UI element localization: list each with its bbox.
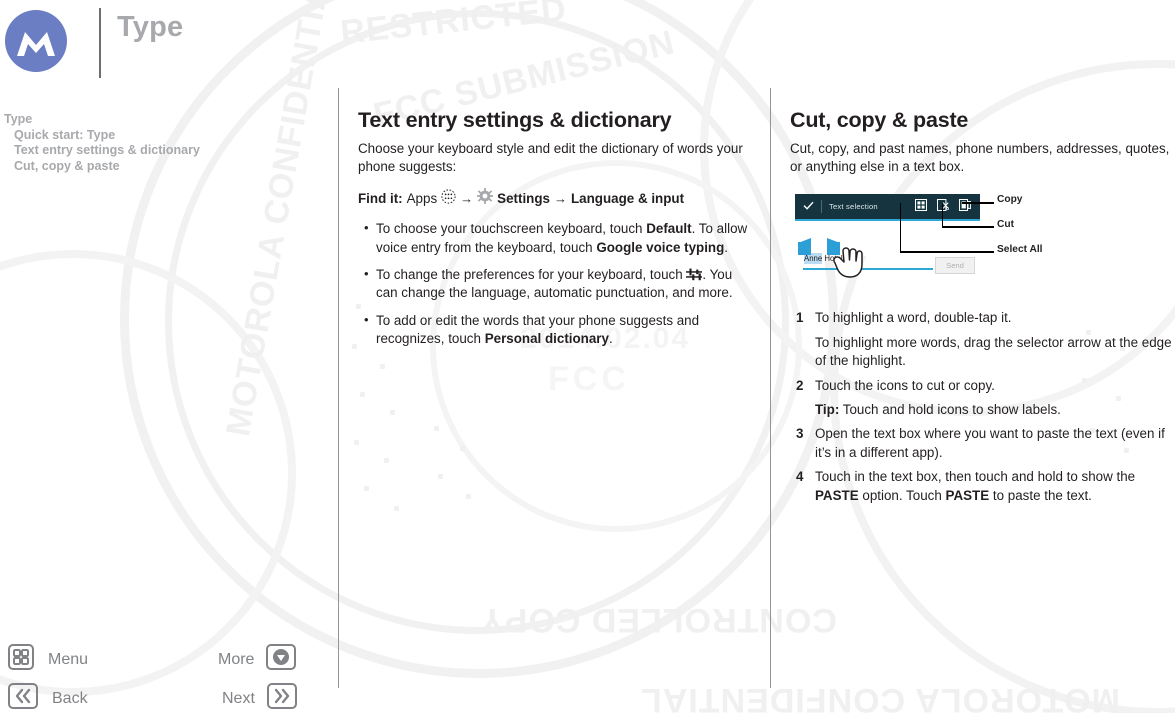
gear-icon bbox=[477, 188, 494, 210]
menu-button[interactable]: Menu bbox=[8, 644, 88, 675]
back-label: Back bbox=[52, 689, 88, 707]
more-label: More bbox=[218, 650, 255, 668]
step-item: Touch the icons to cut or copy. bbox=[796, 377, 995, 396]
intro-paragraph: Choose your keyboard style and edit the … bbox=[358, 141, 743, 175]
toc-item-cut-copy-paste[interactable]: Cut, copy & paste bbox=[0, 159, 330, 175]
callout-label-cut: Cut bbox=[997, 219, 1014, 231]
tip-text: Touch and hold icons to show labels. bbox=[839, 402, 1061, 418]
apps-grid-icon bbox=[441, 189, 456, 210]
settings-label: Settings bbox=[497, 191, 550, 207]
callout-leader-cut-h bbox=[942, 226, 994, 228]
double-right-chevron-icon bbox=[266, 683, 297, 714]
toolbar-separator bbox=[821, 200, 822, 214]
sliders-icon bbox=[686, 266, 703, 284]
paste-bold-2: PASTE bbox=[945, 487, 990, 503]
callout-leader-selectall-h bbox=[900, 251, 994, 253]
text-selection-illustration: Text selection Anne Hotel Send Copy Cut … bbox=[790, 188, 1175, 293]
header-divider bbox=[99, 8, 101, 78]
callout-label-copy: Copy bbox=[997, 194, 1023, 206]
callout-label-select-all: Select All bbox=[997, 244, 1043, 256]
page-title: Type bbox=[117, 11, 184, 43]
right-column: Cut, copy & paste Cut, copy, and past na… bbox=[790, 108, 1175, 511]
list-item: To change the preferences for your keybo… bbox=[358, 265, 748, 303]
step-item: Open the text box where you want to past… bbox=[796, 425, 1165, 460]
text-selection-toolbar: Text selection bbox=[795, 194, 980, 220]
paste-text-c: to paste the text. bbox=[989, 487, 1092, 503]
phone-screenshot-mock: Text selection Anne Hotel Send bbox=[795, 194, 980, 275]
tip-label: Tip: bbox=[815, 402, 840, 418]
steps-list: To highlight a word, double-tap it. To h… bbox=[790, 309, 1175, 505]
copy-icon[interactable] bbox=[959, 198, 972, 216]
chevron-down-circle-icon bbox=[266, 644, 297, 675]
path-arrow: → bbox=[460, 191, 474, 207]
bullet-bold-default: Default bbox=[646, 221, 692, 237]
section-heading-text-entry: Text entry settings & dictionary bbox=[358, 108, 672, 132]
bullet-list: To choose your touchscreen keyboard, tou… bbox=[358, 219, 748, 348]
list-item: To choose your touchscreen keyboard, tou… bbox=[358, 219, 748, 256]
next-label: Next bbox=[222, 689, 255, 707]
paste-text-b: option. Touch bbox=[858, 487, 946, 503]
callout-leader-copy bbox=[962, 202, 994, 204]
language-input-label: Language & input bbox=[570, 191, 685, 207]
paste-text-a: Touch in the text box, then touch and ho… bbox=[815, 469, 1136, 485]
column-divider-right bbox=[770, 88, 771, 688]
toc-root-label: Type bbox=[4, 112, 33, 126]
intro-paragraph-right: Cut, copy, and past names, phone numbers… bbox=[790, 141, 1170, 175]
bullet-text-3b: . bbox=[608, 330, 613, 346]
next-button[interactable]: Next bbox=[222, 683, 297, 714]
step-item: To highlight a word, double-tap it. bbox=[796, 309, 1012, 328]
list-item: To add or edit the words that your phone… bbox=[358, 311, 748, 348]
column-divider-left bbox=[338, 88, 339, 688]
paste-bold-1: PASTE bbox=[815, 487, 859, 503]
pointing-hand-icon bbox=[830, 243, 872, 284]
step-tip: Tip: Touch and hold icons to show labels… bbox=[790, 401, 1175, 419]
step-subtext: To highlight more words, drag the select… bbox=[815, 334, 1172, 369]
checkmark-icon[interactable] bbox=[803, 198, 814, 216]
table-of-contents: Type Quick start: Type Text entry settin… bbox=[0, 112, 330, 174]
callout-leader-cut-v bbox=[942, 203, 944, 228]
motorola-m-logo-icon bbox=[5, 10, 67, 72]
bottom-navigation: Menu More Back Next bbox=[0, 636, 330, 713]
path-arrow: → bbox=[553, 191, 567, 207]
bullet-text-2a: To change the preferences for your keybo… bbox=[376, 266, 687, 282]
menu-label: Menu bbox=[48, 650, 89, 668]
back-button[interactable]: Back bbox=[8, 683, 88, 714]
selection-handle-left[interactable] bbox=[798, 238, 811, 256]
toolbar-title: Text selection bbox=[829, 202, 878, 212]
apps-label: Apps bbox=[406, 191, 438, 207]
select-all-icon[interactable] bbox=[915, 198, 927, 216]
toc-item-quick-start[interactable]: Quick start: Type bbox=[0, 128, 330, 144]
bullet-bold-personal-dictionary: Personal dictionary bbox=[484, 330, 609, 346]
step-item-paste: Touch in the text box, then touch and ho… bbox=[790, 468, 1175, 505]
more-button[interactable]: More bbox=[218, 644, 297, 675]
callout-leader-selectall-v bbox=[900, 203, 902, 253]
section-heading-cut-copy-paste: Cut, copy & paste bbox=[790, 108, 969, 132]
send-button[interactable]: Send bbox=[935, 257, 975, 275]
bullet-bold-google-voice: Google voice typing bbox=[596, 239, 725, 255]
grid-menu-icon bbox=[8, 644, 34, 675]
bullet-text-1c: . bbox=[724, 239, 729, 255]
middle-column: Text entry settings & dictionary Choose … bbox=[358, 108, 748, 357]
toc-item-text-entry-settings[interactable]: Text entry settings & dictionary bbox=[0, 143, 330, 159]
page-header: Type bbox=[0, 0, 1175, 88]
find-it-label: Find it: bbox=[358, 191, 403, 207]
double-left-chevron-icon bbox=[8, 683, 38, 714]
find-it-path: Find it: Apps → Settings → Language & in… bbox=[358, 188, 748, 210]
bullet-text-1a: To choose your touchscreen keyboard, tou… bbox=[376, 221, 647, 237]
